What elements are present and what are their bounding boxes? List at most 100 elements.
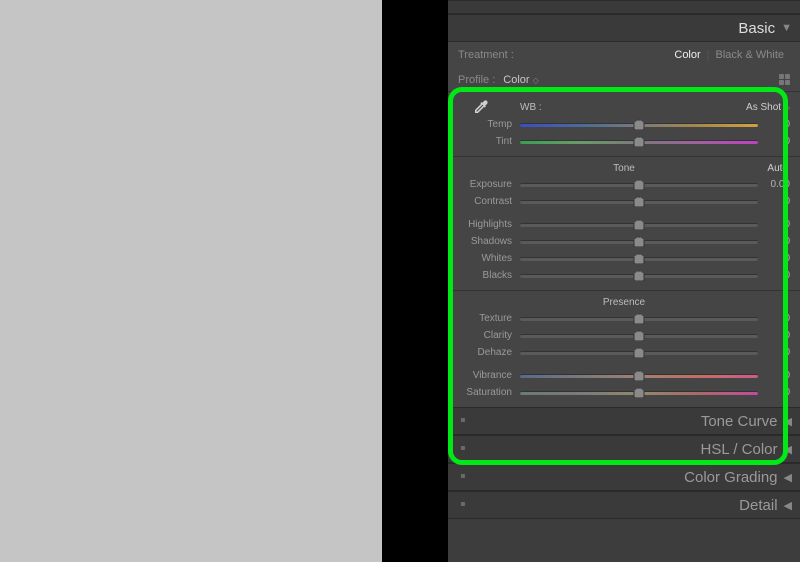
wb-group: WB : As Shot ◇ Temp 0 Tint 0 — [448, 96, 800, 157]
tone-header: Tone Auto — [448, 159, 800, 176]
slider-row-blacks: Blacks 0 — [448, 267, 800, 284]
panel-title-tone-curve: Tone Curve — [701, 413, 778, 430]
slider-value-blacks[interactable]: 0 — [758, 270, 790, 281]
slider-exposure[interactable] — [520, 178, 758, 192]
slider-handle-icon[interactable] — [634, 253, 645, 264]
slider-highlights[interactable] — [520, 218, 758, 232]
slider-temp[interactable] — [520, 118, 758, 132]
panel-top-divider — [448, 0, 800, 14]
slider-row-shadows: Shadows 0 — [448, 233, 800, 250]
panel-header-basic[interactable]: Basic ▼ — [448, 14, 800, 42]
slider-label-texture: Texture — [448, 313, 520, 324]
tone-title: Tone — [613, 163, 635, 174]
disclosure-triangle-icon: ◀ — [784, 471, 792, 484]
slider-value-contrast[interactable]: 0 — [758, 196, 790, 207]
presence-header: Presence — [448, 293, 800, 310]
slider-handle-icon[interactable] — [634, 387, 645, 398]
slider-handle-icon[interactable] — [634, 136, 645, 147]
slider-clarity[interactable] — [520, 329, 758, 343]
slider-value-texture[interactable]: 0 — [758, 313, 790, 324]
panel-title-color-grading: Color Grading — [684, 469, 777, 486]
slider-row-highlights: Highlights 0 — [448, 216, 800, 233]
eyedropper-icon[interactable] — [472, 98, 490, 116]
slider-row-saturation: Saturation 0 — [448, 384, 800, 401]
slider-label-vibrance: Vibrance — [448, 370, 520, 381]
presence-title: Presence — [603, 297, 645, 308]
treatment-option-bw[interactable]: Black & White — [710, 49, 790, 61]
slider-row-clarity: Clarity 0 — [448, 327, 800, 344]
slider-value-dehaze[interactable]: 0 — [758, 347, 790, 358]
disclosure-triangle-icon: ◀ — [784, 499, 792, 512]
slider-handle-icon[interactable] — [634, 313, 645, 324]
slider-handle-icon[interactable] — [634, 179, 645, 190]
slider-handle-icon[interactable] — [634, 119, 645, 130]
slider-handle-icon[interactable] — [634, 347, 645, 358]
presence-group: Presence Texture 0 Clarity 0 Dehaze 0 — [448, 291, 800, 407]
slider-whites[interactable] — [520, 252, 758, 266]
profile-row: Profile : Color ◇ — [448, 68, 800, 92]
slider-value-clarity[interactable]: 0 — [758, 330, 790, 341]
slider-value-whites[interactable]: 0 — [758, 253, 790, 264]
slider-label-whites: Whites — [448, 253, 520, 264]
slider-saturation[interactable] — [520, 386, 758, 400]
panel-header-detail[interactable]: ▪ Detail ◀ — [448, 491, 800, 519]
slider-vibrance[interactable] — [520, 369, 758, 383]
slider-tint[interactable] — [520, 135, 758, 149]
slider-texture[interactable] — [520, 312, 758, 326]
slider-handle-icon[interactable] — [634, 370, 645, 381]
slider-label-temp: Temp — [448, 119, 520, 130]
profile-value[interactable]: Color ◇ — [503, 74, 539, 86]
slider-row-tint: Tint 0 — [448, 133, 800, 150]
panel-toggle-icon[interactable]: ▪ — [460, 441, 466, 457]
disclosure-triangle-icon: ◀ — [784, 415, 792, 428]
profile-label: Profile : — [458, 74, 495, 86]
slider-shadows[interactable] — [520, 235, 758, 249]
slider-value-vibrance[interactable]: 0 — [758, 370, 790, 381]
slider-contrast[interactable] — [520, 195, 758, 209]
image-canvas[interactable] — [0, 0, 382, 562]
slider-value-highlights[interactable]: 0 — [758, 219, 790, 230]
treatment-row: Treatment : Color | Black & White — [448, 42, 800, 68]
slider-label-highlights: Highlights — [448, 219, 520, 230]
panel-title-basic: Basic — [738, 20, 775, 37]
panel-header-color-grading[interactable]: ▪ Color Grading ◀ — [448, 463, 800, 491]
panel-header-hsl-color[interactable]: ▪ HSL / Color ◀ — [448, 435, 800, 463]
slider-value-exposure[interactable]: 0.00 — [758, 179, 790, 190]
profile-browser-icon[interactable] — [779, 74, 790, 85]
slider-label-exposure: Exposure — [448, 179, 520, 190]
wb-preset-dropdown[interactable]: As Shot ◇ — [730, 102, 790, 113]
slider-handle-icon[interactable] — [634, 219, 645, 230]
panel-gap — [382, 0, 448, 562]
treatment-label: Treatment : — [458, 49, 514, 61]
slider-row-vibrance: Vibrance 0 — [448, 367, 800, 384]
wb-label: WB : — [520, 102, 730, 113]
slider-value-tint[interactable]: 0 — [758, 136, 790, 147]
disclosure-triangle-icon: ▼ — [781, 22, 792, 34]
auto-button[interactable]: Auto — [767, 163, 788, 174]
slider-handle-icon[interactable] — [634, 270, 645, 281]
treatment-option-color[interactable]: Color — [668, 49, 706, 61]
slider-row-texture: Texture 0 — [448, 310, 800, 327]
tone-group: Tone Auto Exposure 0.00 Contrast 0 Highl… — [448, 157, 800, 291]
panel-toggle-icon[interactable]: ▪ — [460, 413, 466, 429]
slider-handle-icon[interactable] — [634, 330, 645, 341]
wb-header-row: WB : As Shot ◇ — [448, 98, 800, 116]
slider-row-dehaze: Dehaze 0 — [448, 344, 800, 361]
panel-title-detail: Detail — [739, 497, 777, 514]
slider-label-contrast: Contrast — [448, 196, 520, 207]
panel-toggle-icon[interactable]: ▪ — [460, 497, 466, 513]
panel-toggle-icon[interactable]: ▪ — [460, 469, 466, 485]
disclosure-triangle-icon: ◀ — [784, 443, 792, 456]
slider-handle-icon[interactable] — [634, 236, 645, 247]
slider-dehaze[interactable] — [520, 346, 758, 360]
slider-value-temp[interactable]: 0 — [758, 119, 790, 130]
slider-value-saturation[interactable]: 0 — [758, 387, 790, 398]
panel-title-hsl-color: HSL / Color — [701, 441, 778, 458]
slider-label-blacks: Blacks — [448, 270, 520, 281]
slider-value-shadows[interactable]: 0 — [758, 236, 790, 247]
slider-row-exposure: Exposure 0.00 — [448, 176, 800, 193]
slider-handle-icon[interactable] — [634, 196, 645, 207]
panel-header-tone-curve[interactable]: ▪ Tone Curve ◀ — [448, 407, 800, 435]
slider-blacks[interactable] — [520, 269, 758, 283]
slider-label-tint: Tint — [448, 136, 520, 147]
